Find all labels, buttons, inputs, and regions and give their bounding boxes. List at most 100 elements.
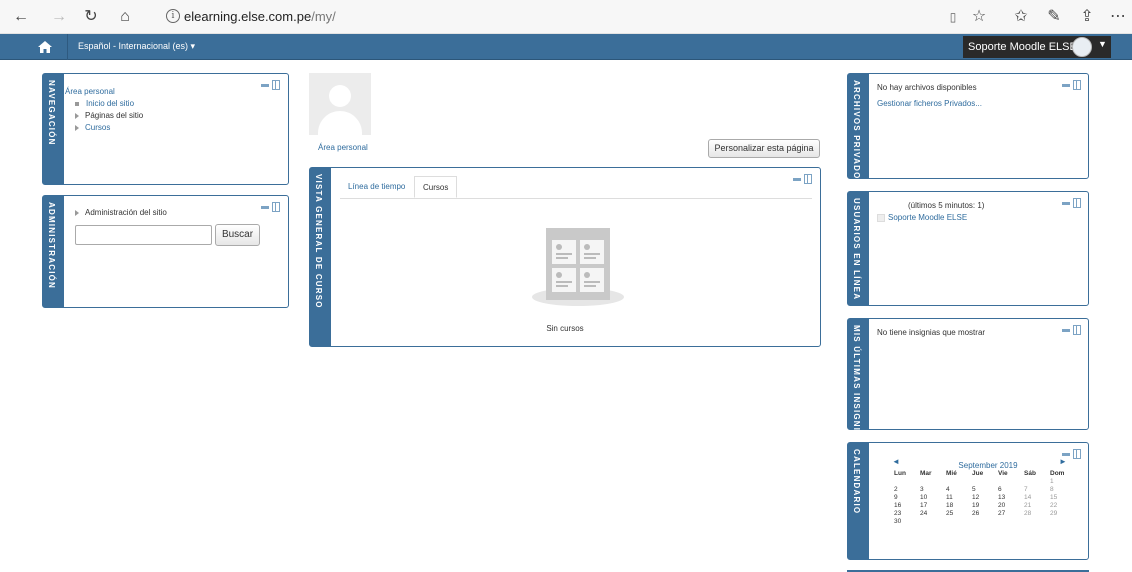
dock-icon[interactable] bbox=[1073, 198, 1081, 208]
calendar-month[interactable]: September 2019 bbox=[928, 461, 1048, 470]
calendar-day bbox=[946, 477, 972, 485]
calendar-day[interactable]: 14 bbox=[1024, 493, 1050, 501]
calendar-day[interactable]: 24 bbox=[920, 509, 946, 517]
online-user-item[interactable]: Soporte Moodle ELSE bbox=[877, 213, 967, 222]
admin-site-label[interactable]: Administración del sitio bbox=[85, 208, 167, 217]
favorites-list-icon[interactable]: ✩ bbox=[1011, 7, 1031, 27]
calendar-day[interactable]: 1 bbox=[1050, 477, 1076, 485]
dock-icon[interactable] bbox=[1073, 80, 1081, 90]
calendar-day[interactable]: 5 bbox=[972, 485, 998, 493]
user-menu[interactable]: Soporte Moodle ELSE ▼ bbox=[963, 36, 1111, 58]
block-controls[interactable] bbox=[1062, 198, 1082, 208]
collapse-icon[interactable] bbox=[793, 178, 801, 181]
dock-icon[interactable] bbox=[804, 174, 812, 184]
calendar-day[interactable]: 15 bbox=[1050, 493, 1076, 501]
language-menu[interactable]: Español - Internacional (es) ▾ bbox=[78, 41, 195, 52]
nav-item-label[interactable]: Inicio del sitio bbox=[86, 99, 134, 108]
tab-linea-tiempo[interactable]: Línea de tiempo bbox=[340, 176, 413, 198]
collapse-icon[interactable] bbox=[1062, 84, 1070, 87]
nav-item-label[interactable]: Cursos bbox=[85, 123, 110, 132]
online-user-name[interactable]: Soporte Moodle ELSE bbox=[888, 213, 967, 222]
collapse-icon[interactable] bbox=[1062, 453, 1070, 456]
expand-arrow-icon bbox=[75, 209, 79, 216]
calendar-day[interactable]: 28 bbox=[1024, 509, 1050, 517]
block-controls[interactable] bbox=[1062, 325, 1082, 335]
home-browser-icon[interactable]: ⌂ bbox=[115, 7, 135, 27]
nav-cursos[interactable]: Cursos bbox=[75, 123, 110, 132]
favorite-star-icon[interactable]: ☆ bbox=[969, 7, 989, 27]
admin-site-item[interactable]: Administración del sitio bbox=[75, 208, 167, 217]
calendar-day[interactable]: 12 bbox=[972, 493, 998, 501]
block-controls[interactable] bbox=[1062, 80, 1082, 90]
pen-icon[interactable]: ✎ bbox=[1044, 7, 1064, 27]
nav-area-personal[interactable]: Área personal bbox=[65, 87, 115, 96]
nav-item-label[interactable]: Páginas del sitio bbox=[85, 111, 143, 120]
nav-paginas-sitio[interactable]: Páginas del sitio bbox=[75, 111, 143, 120]
calendar-day[interactable]: 23 bbox=[894, 509, 920, 517]
dock-icon[interactable] bbox=[272, 80, 280, 90]
collapse-icon[interactable] bbox=[261, 206, 269, 209]
admin-search-input[interactable] bbox=[75, 225, 212, 245]
home-icon[interactable] bbox=[37, 39, 53, 55]
avatar[interactable] bbox=[1072, 37, 1092, 57]
collapse-icon[interactable] bbox=[1062, 202, 1070, 205]
nav-inicio-sitio[interactable]: Inicio del sitio bbox=[75, 99, 134, 108]
calendar-day[interactable]: 20 bbox=[998, 501, 1024, 509]
customize-page-button[interactable]: Personalizar esta página bbox=[708, 139, 820, 158]
calendar-day[interactable]: 4 bbox=[946, 485, 972, 493]
navbar-divider bbox=[67, 34, 68, 60]
dock-icon[interactable] bbox=[1073, 325, 1081, 335]
reading-view-icon[interactable]: ▯ bbox=[943, 7, 963, 27]
calendar-day[interactable]: 6 bbox=[998, 485, 1024, 493]
calendar-day[interactable]: 21 bbox=[1024, 501, 1050, 509]
area-personal-link[interactable]: Área personal bbox=[318, 143, 368, 152]
calendar-day[interactable]: 9 bbox=[894, 493, 920, 501]
calendar-day[interactable]: 10 bbox=[920, 493, 946, 501]
caret-down-icon[interactable]: ▼ bbox=[1098, 39, 1107, 49]
calendar-day[interactable]: 25 bbox=[946, 509, 972, 517]
calendar-day[interactable]: 3 bbox=[920, 485, 946, 493]
calendar-prev-icon[interactable]: ◄ bbox=[892, 457, 900, 466]
share-icon[interactable]: ⇪ bbox=[1077, 7, 1097, 27]
collapse-icon[interactable] bbox=[261, 84, 269, 87]
block-controls[interactable] bbox=[261, 202, 281, 212]
calendar-next-icon[interactable]: ► bbox=[1059, 457, 1067, 466]
site-info-icon[interactable]: i bbox=[166, 9, 180, 23]
block-controls[interactable] bbox=[793, 174, 813, 184]
dock-icon[interactable] bbox=[272, 202, 280, 212]
calendar-day[interactable]: 7 bbox=[1024, 485, 1050, 493]
refresh-icon[interactable]: ↻ bbox=[81, 7, 101, 27]
calendar-day[interactable]: 19 bbox=[972, 501, 998, 509]
calendar-day[interactable]: 22 bbox=[1050, 501, 1076, 509]
calendar-day[interactable]: 26 bbox=[972, 509, 998, 517]
user-name[interactable]: Soporte Moodle ELSE bbox=[968, 41, 1077, 53]
block-controls[interactable] bbox=[261, 80, 281, 90]
online-users-header: (últimos 5 minutos: 1) bbox=[908, 201, 985, 210]
calendar-day[interactable]: 17 bbox=[920, 501, 946, 509]
calendar-day bbox=[998, 517, 1024, 525]
more-icon[interactable]: ⋯ bbox=[1108, 7, 1128, 27]
calendar-day[interactable]: 8 bbox=[1050, 485, 1076, 493]
calendar-day bbox=[920, 477, 946, 485]
collapse-icon[interactable] bbox=[1062, 329, 1070, 332]
forward-arrow-icon[interactable]: → bbox=[49, 7, 69, 27]
dock-icon[interactable] bbox=[1073, 449, 1081, 459]
back-arrow-icon[interactable]: ← bbox=[11, 7, 31, 27]
online-users-block: USUARIOS EN LÍNEA (últimos 5 minutos: 1)… bbox=[847, 191, 1089, 306]
calendar-grid: Lun Mar Mié Jue Vie Sáb Dom 1 2 3 4 5 6 7 8 9 10 1… bbox=[894, 470, 1076, 525]
calendar-day[interactable]: 29 bbox=[1050, 509, 1076, 517]
manage-files-link[interactable]: Gestionar ficheros Privados... bbox=[877, 99, 982, 108]
calendar-day[interactable]: 18 bbox=[946, 501, 972, 509]
tab-cursos[interactable]: Cursos bbox=[414, 176, 458, 198]
calendar-day bbox=[998, 477, 1024, 485]
calendar-day bbox=[920, 517, 946, 525]
calendar-day[interactable]: 13 bbox=[998, 493, 1024, 501]
search-button[interactable]: Buscar bbox=[215, 224, 260, 246]
calendar-day[interactable]: 30 bbox=[894, 517, 920, 525]
calendar-day[interactable]: 27 bbox=[998, 509, 1024, 517]
calendar-day[interactable]: 2 bbox=[894, 485, 920, 493]
block-side-bar: NAVEGACIÓN bbox=[43, 74, 64, 184]
calendar-day[interactable]: 16 bbox=[894, 501, 920, 509]
calendar-day[interactable]: 11 bbox=[946, 493, 972, 501]
address-bar[interactable]: elearning.else.com.pe/my/ bbox=[184, 9, 336, 24]
